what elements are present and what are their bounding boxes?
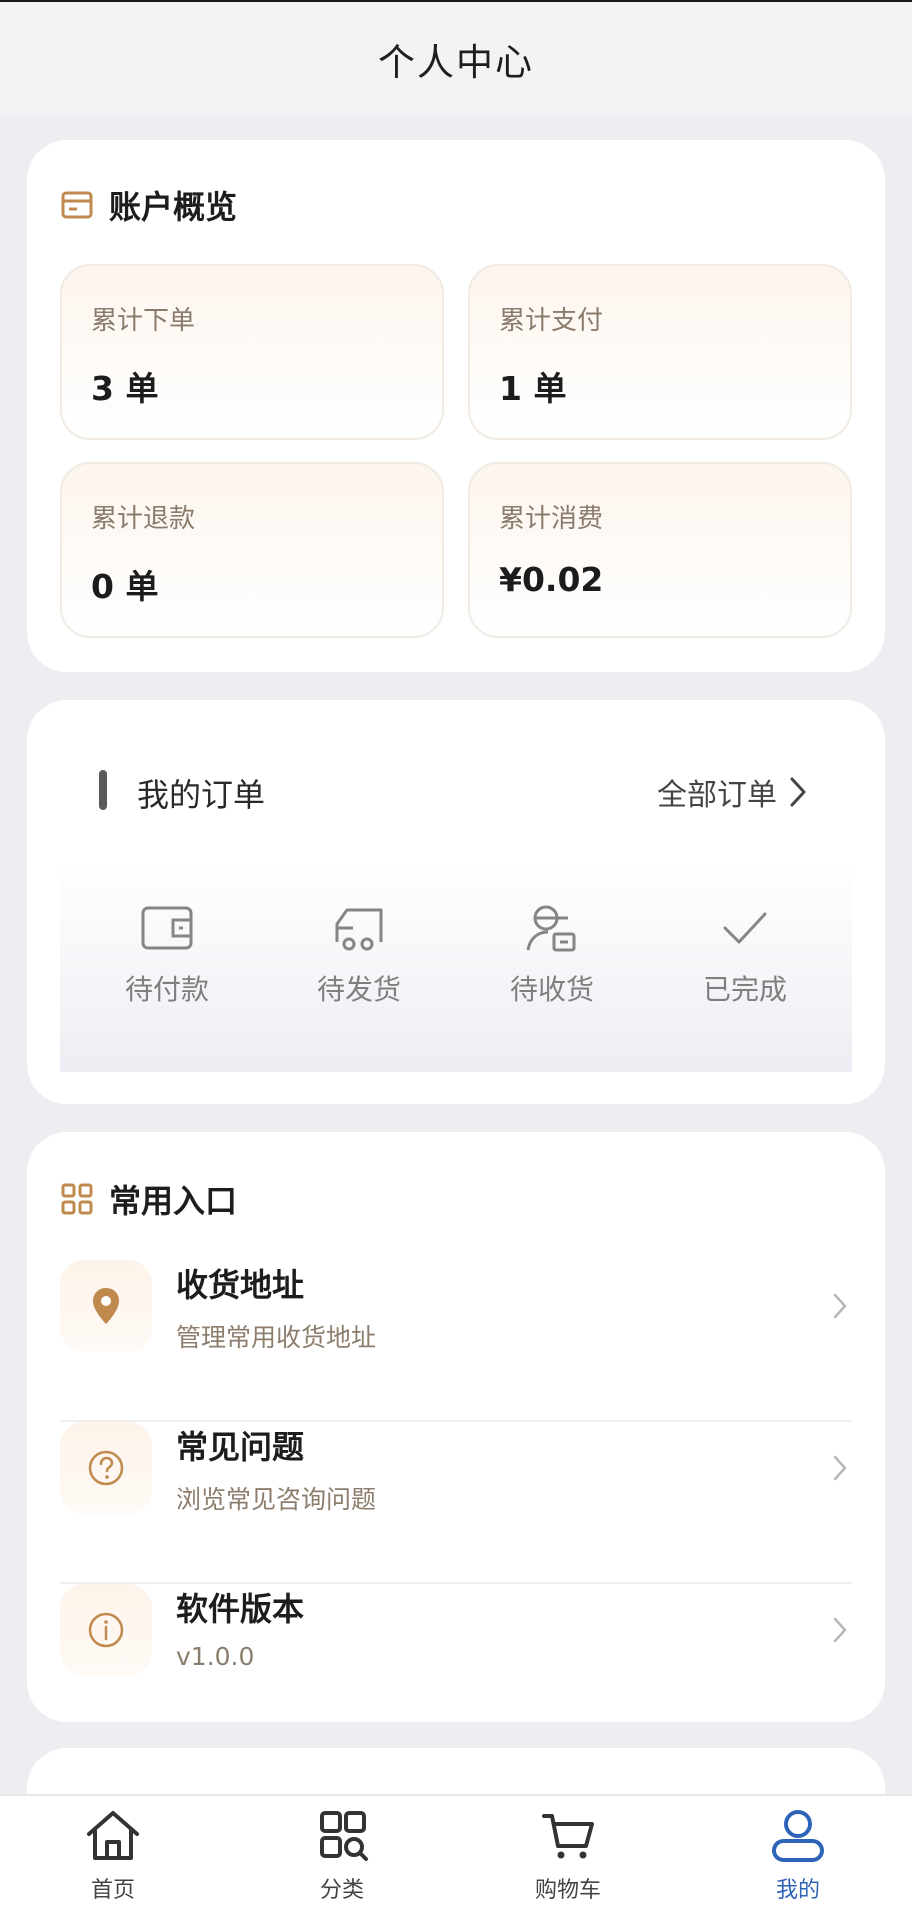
common-entries-header: 常用入口	[61, 1176, 237, 1222]
tab-label: 购物车	[534, 1878, 601, 1903]
truck-icon	[331, 902, 387, 954]
courier-icon	[524, 902, 580, 954]
cart-icon	[538, 1808, 598, 1864]
common-entries-card: 常用入口 收货地址 管理常用收货地址 常见问题 浏览常见咨询问题 软件版本 v1…	[27, 1132, 885, 1722]
category-search-icon	[312, 1808, 372, 1864]
top-nav-bar: 个人中心	[0, 0, 912, 116]
entry-faq[interactable]: 常见问题 浏览常见咨询问题	[60, 1422, 852, 1584]
order-status-label: 待付款	[124, 973, 209, 1006]
card-icon	[61, 191, 93, 219]
home-icon	[83, 1808, 143, 1864]
tab-label: 首页	[90, 1878, 135, 1903]
stat-label: 累计下单	[91, 306, 196, 336]
order-status-label: 待收货	[509, 973, 594, 1006]
order-status-completed[interactable]: 已完成	[670, 902, 820, 1032]
bottom-tab-bar: 首页 分类 购物车 我的	[0, 1794, 912, 1920]
user-icon	[768, 1808, 828, 1864]
stat-label: 累计支付	[499, 306, 604, 336]
page-title: 个人中心	[378, 41, 534, 84]
my-orders-card: 我的订单 全部订单 待付款 待发货 待收货 已完成	[27, 700, 885, 1104]
grid-icon	[61, 1183, 93, 1215]
order-status-label: 待发货	[316, 973, 401, 1006]
account-overview-title: 账户概览	[109, 188, 238, 226]
entry-title: 收货地址	[176, 1266, 305, 1304]
all-orders-label: 全部订单	[657, 778, 777, 813]
profile-page: 个人中心 账户概览 累计下单 3 单 累计支付 1 单 累计退款 0 单 累计消…	[0, 0, 912, 1920]
tab-home[interactable]: 首页	[48, 1808, 178, 1912]
entry-software-version[interactable]: 软件版本 v1.0.0	[60, 1584, 852, 1704]
stat-value: ¥0.02	[499, 560, 604, 599]
entry-subtitle: 浏览常见咨询问题	[176, 1485, 377, 1514]
stat-value: 3 单	[91, 369, 159, 408]
info-circle-icon	[87, 1611, 125, 1649]
my-orders-title: 我的订单	[137, 776, 266, 814]
order-status-label: 已完成	[702, 973, 787, 1006]
entry-shipping-address[interactable]: 收货地址 管理常用收货地址	[60, 1260, 852, 1422]
stat-total-spend: 累计消费 ¥0.02	[468, 462, 852, 638]
entry-title: 软件版本	[176, 1590, 305, 1628]
location-pin-icon	[91, 1286, 121, 1326]
check-icon	[717, 902, 773, 954]
account-overview-header: 账户概览	[61, 182, 237, 228]
order-status-panel: 待付款 待发货 待收货 已完成	[60, 862, 852, 1072]
stat-label: 累计退款	[91, 504, 196, 534]
tab-cart[interactable]: 购物车	[503, 1808, 633, 1912]
chevron-right-icon	[832, 1454, 848, 1482]
common-entries-title: 常用入口	[109, 1182, 238, 1220]
question-circle-icon	[87, 1449, 125, 1487]
entry-icon-box	[60, 1422, 152, 1514]
wallet-icon	[139, 902, 195, 954]
entry-subtitle: 管理常用收货地址	[176, 1323, 377, 1352]
chevron-right-icon	[832, 1616, 848, 1644]
tab-mine[interactable]: 我的	[733, 1808, 863, 1912]
entry-subtitle: v1.0.0	[176, 1642, 255, 1671]
tab-category[interactable]: 分类	[277, 1808, 407, 1912]
stat-total-paid: 累计支付 1 单	[468, 264, 852, 440]
chevron-right-icon	[789, 776, 807, 808]
stat-value: 1 单	[499, 369, 567, 408]
entry-icon-box	[60, 1260, 152, 1352]
section-accent-bar	[99, 770, 107, 810]
entry-icon-box	[60, 1584, 152, 1676]
order-status-pending-receipt[interactable]: 待收货	[477, 902, 627, 1032]
order-status-pending-payment[interactable]: 待付款	[92, 902, 242, 1032]
account-overview-card: 账户概览 累计下单 3 单 累计支付 1 单 累计退款 0 单 累计消费 ¥0.…	[27, 140, 885, 672]
stat-total-orders: 累计下单 3 单	[60, 264, 444, 440]
tab-label: 我的	[775, 1878, 820, 1903]
stat-label: 累计消费	[499, 504, 604, 534]
tab-label: 分类	[319, 1878, 364, 1903]
stat-value: 0 单	[91, 567, 159, 606]
order-status-pending-shipment[interactable]: 待发货	[284, 902, 434, 1032]
entry-title: 常见问题	[176, 1428, 305, 1466]
all-orders-link[interactable]: 全部订单	[657, 770, 807, 814]
chevron-right-icon	[832, 1292, 848, 1320]
stat-total-refund: 累计退款 0 单	[60, 462, 444, 638]
